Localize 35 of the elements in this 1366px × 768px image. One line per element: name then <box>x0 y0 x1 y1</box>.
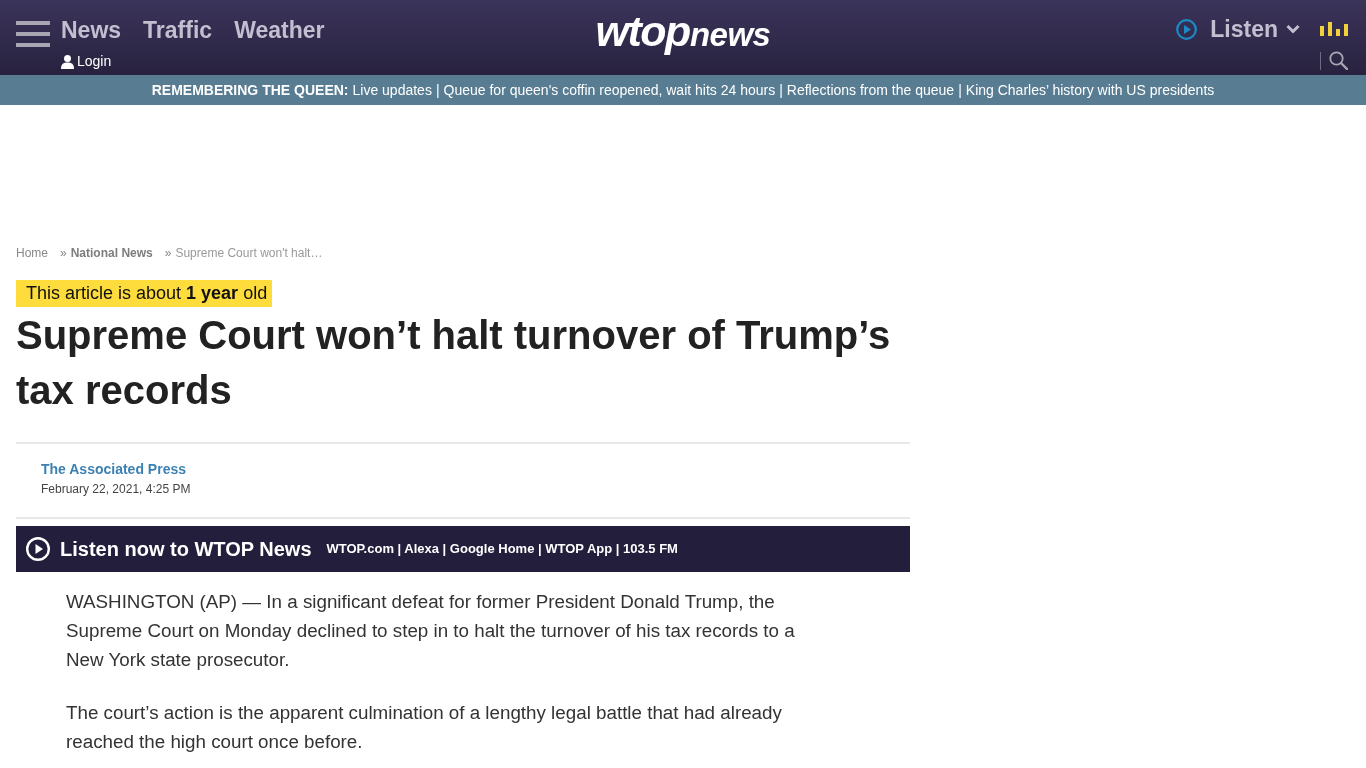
listen-button[interactable]: Listen <box>1176 16 1300 42</box>
breadcrumb-link[interactable]: Home <box>16 245 48 261</box>
ticker-heading: REMEMBERING THE QUEEN: <box>151 80 349 100</box>
ticker-link[interactable]: Queue for queen's coffin reopened, wait hits 24 hours <box>443 79 776 101</box>
audio-bars-icon[interactable] <box>1320 22 1348 36</box>
breadcrumb-separator: » <box>164 245 172 261</box>
breadcrumb-current: Supreme Court won't halt… <box>175 245 323 261</box>
play-icon <box>1176 18 1198 40</box>
login-link[interactable]: Login <box>61 53 112 70</box>
article-age-notice: This article is about 1 year old <box>16 280 273 307</box>
user-icon <box>61 54 74 69</box>
caret-icon <box>1286 24 1300 34</box>
article-paragraph: The court’s action is the apparent culmination of a lengthy legal battle that had already reached the high court once before. <box>66 701 783 754</box>
nav-link[interactable]: Weather <box>234 17 325 43</box>
nav-link[interactable]: News <box>61 17 122 43</box>
ticker-separator: | <box>435 80 440 100</box>
play-icon <box>26 537 50 561</box>
ticker-separator: | <box>958 80 962 100</box>
article-paragraph: WASHINGTON (AP) — In a significant defeat for former President Donald Trump, the Supreme Court on Monday declined to step in to halt the turnover of his tax records to a New York state prosecutor. <box>66 590 796 672</box>
article-headline: Supreme Court won’t halt turnover of Trump’s tax records <box>16 312 892 414</box>
banner-title: Listen now to WTOP News <box>60 537 312 561</box>
ticker-separator: | <box>779 80 783 100</box>
menu-icon[interactable] <box>16 21 50 47</box>
ticker-link[interactable]: Live updates <box>352 79 432 101</box>
banner-platforms: WTOP.com | Alexa | Google Home | WTOP App | 103.5 FM <box>326 541 678 557</box>
site-logo[interactable]: wtopnews <box>595 0 771 53</box>
breadcrumb-separator: » <box>60 245 67 261</box>
ticker-link[interactable]: Reflections from the queue <box>786 79 955 101</box>
search-icon[interactable] <box>1329 51 1348 70</box>
listen-banner[interactable]: Listen now to WTOP News WTOP.com | Alexa | Google Home | WTOP App | 103.5 FM <box>16 526 910 572</box>
nav-link[interactable]: Traffic <box>143 17 213 43</box>
breadcrumb-link[interactable]: National News <box>70 245 153 261</box>
ticker-link[interactable]: King Charles’ history with US presidents <box>965 79 1215 101</box>
author-link[interactable]: The Associated Press <box>41 460 186 478</box>
publish-date: February 22, 2021, 4:25 PM <box>41 481 192 497</box>
